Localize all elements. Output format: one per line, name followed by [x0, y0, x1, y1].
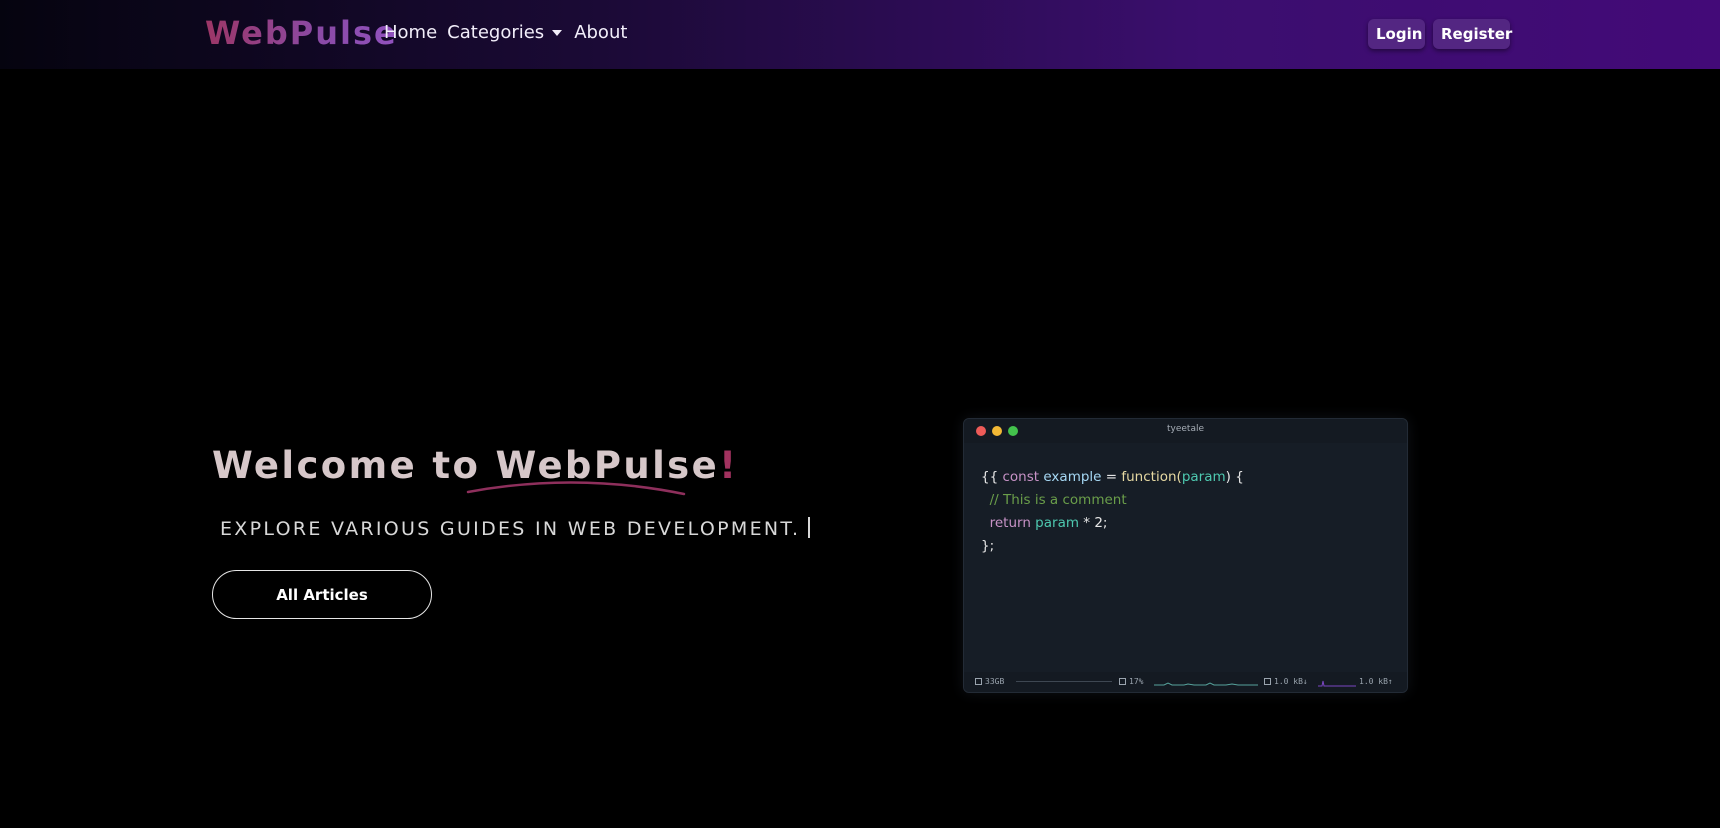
- typing-cursor: [808, 517, 811, 538]
- terminal-titlebar: tyeetale: [964, 419, 1407, 443]
- chevron-down-icon: [552, 30, 563, 36]
- network-down-status: 1.0 kB↓: [1264, 677, 1308, 687]
- hero-title-exclamation: !: [719, 444, 739, 487]
- code-token: param: [1035, 515, 1079, 531]
- code-token: const: [1002, 469, 1040, 485]
- nav-link-home-label: Home: [384, 22, 438, 43]
- cpu-sparkline: [1154, 682, 1258, 686]
- memory-status: 33GB: [975, 677, 1004, 687]
- cpu-status: 17%: [1119, 677, 1143, 687]
- network-down-value: 1.0 kB↓: [1274, 677, 1308, 686]
- nav-links: Home Categories About: [384, 20, 637, 46]
- nav-link-about[interactable]: About: [574, 20, 627, 46]
- code-token: {{: [981, 469, 1003, 485]
- register-button[interactable]: Register: [1433, 19, 1512, 49]
- login-button[interactable]: Login: [1368, 19, 1425, 49]
- all-articles-button[interactable]: All Articles: [212, 570, 432, 619]
- code-token: ) {: [1225, 469, 1244, 485]
- code-block: {{ const example = function(param) { // …: [981, 466, 1244, 558]
- nav-link-categories-label: Categories: [447, 22, 545, 43]
- hero-subtitle: EXPLORE VARIOUS GUIDES IN WEB DEVELOPMEN…: [220, 516, 811, 542]
- brand-logo[interactable]: WebPulse: [205, 12, 398, 54]
- nav-link-about-label: About: [574, 22, 628, 43]
- memory-track: [1016, 681, 1112, 682]
- code-token: function: [1121, 469, 1177, 485]
- memory-value: 33GB: [985, 677, 1005, 686]
- hero-title-prefix: Welcome to: [212, 444, 496, 487]
- code-terminal-window: tyeetale {{ const example = function(par…: [963, 418, 1408, 693]
- nav-dropdown-categories[interactable]: Categories: [447, 20, 564, 46]
- code-token: param: [1181, 469, 1226, 485]
- code-token: example: [1043, 469, 1102, 485]
- memory-icon: [975, 678, 982, 685]
- code-token: return: [989, 515, 1031, 531]
- cpu-value: 17%: [1129, 677, 1144, 686]
- hero-subtitle-text: EXPLORE VARIOUS GUIDES IN WEB DEVELOPMEN…: [220, 518, 801, 540]
- navbar: WebPulse Home Categories About Login Reg…: [0, 0, 1720, 69]
- terminal-statusbar: 33GB 17% 1.0 kB↓ 1.0 kB↑: [964, 672, 1407, 692]
- network-up-status: 1.0 kB↑: [1359, 677, 1393, 687]
- nav-link-home[interactable]: Home: [384, 20, 437, 46]
- code-token: * 2;: [1079, 515, 1108, 531]
- code-token: =: [1101, 469, 1122, 485]
- code-token: // This is a comment: [989, 492, 1127, 508]
- code-token: };: [981, 538, 995, 554]
- network-sparkline: [1318, 680, 1356, 687]
- terminal-title: tyeetale: [1166, 424, 1204, 434]
- network-icon: [1264, 678, 1271, 685]
- network-up-value: 1.0 kB↑: [1359, 677, 1393, 686]
- cpu-icon: [1119, 678, 1126, 685]
- title-underline-decoration: [466, 481, 686, 496]
